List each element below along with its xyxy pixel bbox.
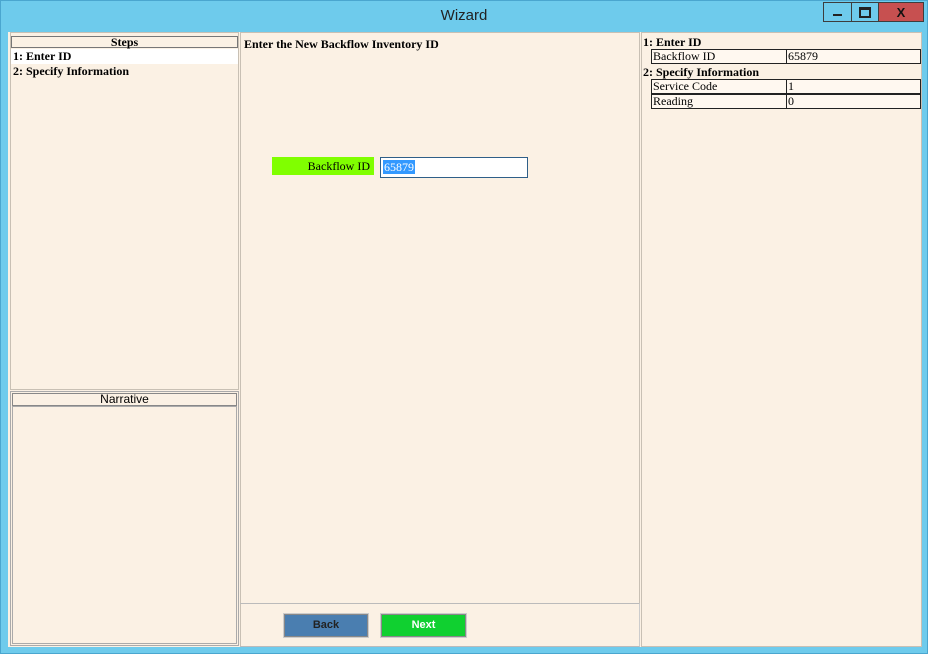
step-item-specify-information[interactable]: 2: Specify Information <box>11 64 238 79</box>
step-item-enter-id[interactable]: 1: Enter ID <box>11 49 238 64</box>
summary-row: Backflow ID 65879 <box>651 49 921 64</box>
summary-key: Backflow ID <box>651 49 787 64</box>
minimize-button[interactable] <box>823 2 851 22</box>
title-bar[interactable]: Wizard X <box>1 1 927 31</box>
wizard-window: Wizard X Steps 1: Enter ID 2: Specify In… <box>0 0 928 654</box>
close-button[interactable]: X <box>878 2 924 22</box>
narrative-header: Narrative <box>12 393 237 406</box>
summary-row: Service Code 1 <box>651 79 921 94</box>
window-title: Wizard <box>440 7 488 24</box>
page-title: Enter the New Backflow Inventory ID <box>244 37 439 51</box>
backflow-id-input[interactable]: 65879 <box>380 157 528 178</box>
narrative-body[interactable] <box>12 406 237 644</box>
back-button[interactable]: Back <box>283 613 369 638</box>
maximize-icon <box>859 6 871 18</box>
summary-key: Reading <box>651 94 787 109</box>
close-icon: X <box>896 4 906 20</box>
summary-panel <box>641 32 922 647</box>
wizard-client-area: Steps 1: Enter ID 2: Specify Information… <box>8 32 922 647</box>
summary-section-specify-information: 2: Specify Information <box>643 65 759 79</box>
backflow-id-input-value: 65879 <box>383 160 415 174</box>
summary-row: Reading 0 <box>651 94 921 109</box>
steps-header: Steps <box>11 36 238 48</box>
steps-panel <box>10 32 239 390</box>
minimize-icon <box>833 14 842 16</box>
summary-section-enter-id: 1: Enter ID <box>643 35 702 49</box>
maximize-button[interactable] <box>851 2 879 22</box>
backflow-id-label: Backflow ID <box>272 157 374 175</box>
summary-value: 1 <box>786 79 921 94</box>
next-button[interactable]: Next <box>380 613 467 638</box>
summary-value: 0 <box>786 94 921 109</box>
center-panel <box>240 32 640 647</box>
summary-key: Service Code <box>651 79 787 94</box>
summary-value: 65879 <box>786 49 921 64</box>
